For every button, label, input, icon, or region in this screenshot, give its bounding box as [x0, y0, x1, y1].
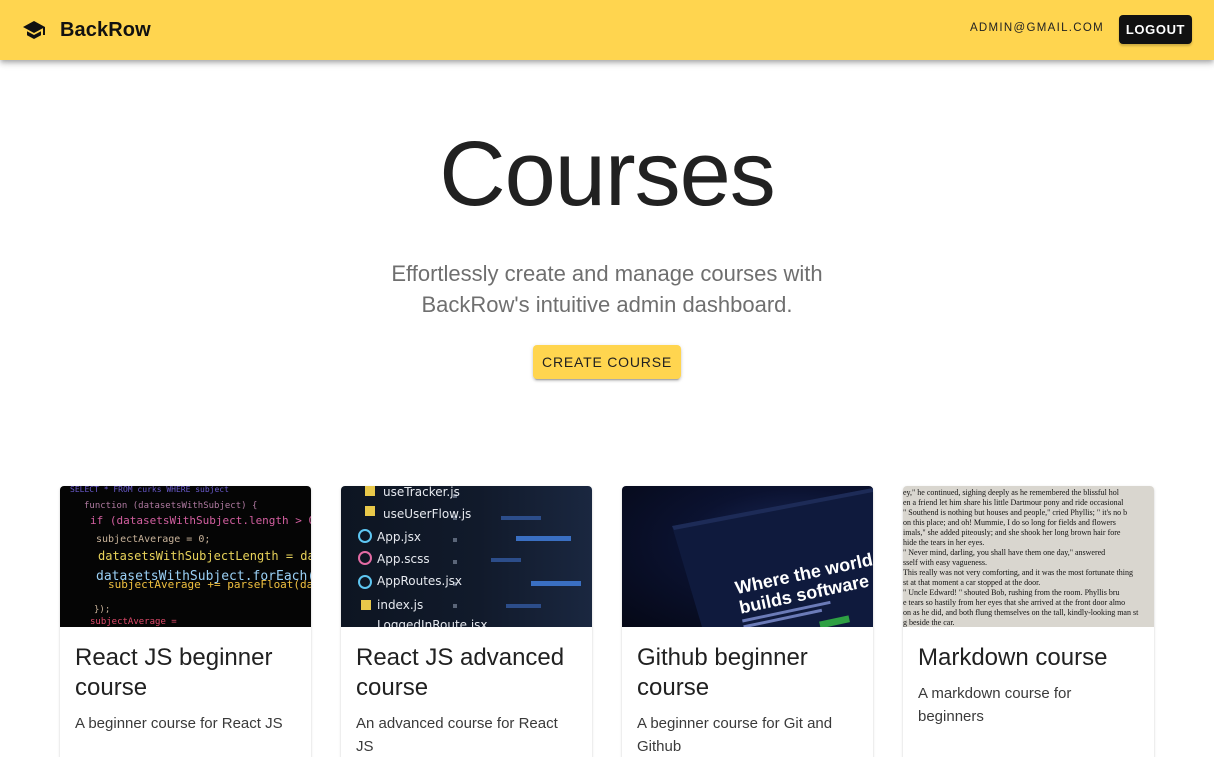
course-image-laptop: Where the world builds software	[622, 486, 873, 627]
course-title: React JS beginner course	[75, 644, 273, 701]
page-text-line: g beside the car.	[903, 618, 955, 627]
create-course-button[interactable]: CREATE COURSE	[533, 345, 681, 379]
course-card[interactable]: Where the world builds software Github b…	[622, 486, 873, 757]
course-title: React JS advanced course	[356, 644, 565, 701]
page-text-line: on this place; and oh! Mummie, I do so l…	[903, 518, 1116, 527]
app-bar: BackRow ADMIN@GMAIL.COM LOGOUT	[0, 0, 1214, 60]
page-text-line: hide the tears in her eyes.	[903, 538, 984, 547]
course-description: A markdown course for beginners	[918, 685, 1072, 725]
course-card[interactable]: ey," he continued, sighing deeply as he …	[903, 486, 1154, 757]
brand-name: BackRow	[60, 18, 151, 41]
course-title: Markdown course	[918, 644, 1108, 671]
page-title: Courses	[439, 123, 776, 225]
course-image-files: useTracker.js useUserFlow.js App.jsx App…	[341, 486, 592, 627]
file-name: App.jsx	[377, 530, 421, 544]
page-text-line: This really was not very comforting, and…	[903, 568, 1133, 577]
page-text-line: st at that moment a car stopped at the d…	[903, 578, 1040, 587]
user-email: ADMIN@GMAIL.COM	[969, 22, 1104, 34]
course-title: Github beginner course	[637, 644, 808, 701]
file-name: useUserFlow.js	[383, 507, 471, 521]
code-line: datasetsWithSubjectLength = datasetsWith…	[98, 549, 311, 563]
page-text-line: " Never mind, darling, you shall have th…	[903, 548, 1105, 557]
graduation-cap-icon	[22, 18, 46, 42]
code-line: subjectAverage =	[90, 617, 177, 627]
page-text-line: " Uncle Edward! " shouted Bob, rushing f…	[903, 588, 1120, 597]
course-image-code: SELECT * FROM curks WHERE subject functi…	[60, 486, 311, 627]
page-text-line: ey," he continued, sighing deeply as he …	[903, 488, 1120, 497]
file-name: App.scss	[377, 552, 430, 566]
logout-button[interactable]: LOGOUT	[1119, 15, 1192, 44]
code-line: subjectAverage += parseFloat(dataset['	[108, 578, 311, 591]
page-text-line: e tears so hastily from her eyes that sh…	[903, 598, 1125, 607]
brand[interactable]: BackRow	[22, 17, 151, 43]
page-text-line: on as he did, and both flung themselves …	[903, 608, 1139, 617]
course-image-book-page: ey," he continued, sighing deeply as he …	[903, 486, 1154, 627]
code-line: });	[94, 605, 110, 615]
course-card[interactable]: useTracker.js useUserFlow.js App.jsx App…	[341, 486, 592, 757]
code-line: function (datasetsWithSubject) {	[84, 501, 257, 511]
file-name: useTracker.js	[383, 486, 460, 499]
course-description: An advanced course for React JS	[356, 715, 558, 755]
course-description: A beginner course for Git and Github	[637, 715, 833, 755]
file-name: index.js	[377, 598, 423, 612]
page-text-line: imals," she added piteously; and she sho…	[903, 528, 1121, 537]
file-name: AppRoutes.jsx	[377, 574, 462, 588]
code-line: SELECT * FROM curks WHERE subject	[70, 486, 229, 494]
page-text-line: sself with easy vagueness.	[903, 558, 987, 567]
code-line: if (datasetsWithSubject.length > 0) {	[90, 514, 311, 527]
page-text-line: en a friend let him share his little Dar…	[903, 498, 1124, 507]
page-text-line: " Southend is nothing but houses and peo…	[903, 508, 1127, 517]
course-description: A beginner course for React JS	[75, 715, 283, 732]
course-card[interactable]: SELECT * FROM curks WHERE subject functi…	[60, 486, 311, 757]
code-line: subjectAverage = 0;	[96, 534, 210, 545]
page-subtitle: Effortlessly create and manage courses w…	[391, 261, 823, 317]
file-name: LoggedInRoute.jsx	[377, 618, 488, 627]
